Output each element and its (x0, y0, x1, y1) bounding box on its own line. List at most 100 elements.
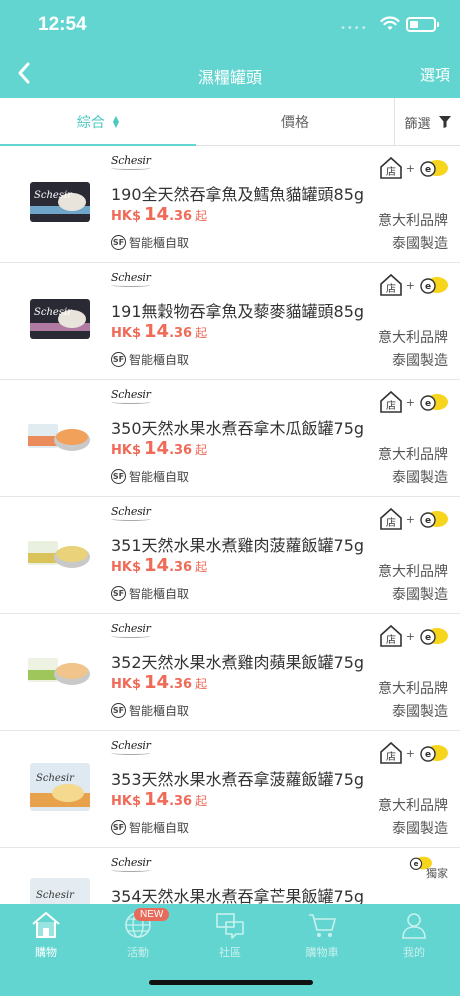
sort-arrows-icon: ▲ ▼ (112, 114, 120, 129)
chat-icon (216, 913, 244, 939)
brand-logo: Schesir (111, 739, 151, 755)
pickup-info: SF 智能櫃自取 (111, 468, 189, 485)
origin-country: 泰國製造 (392, 821, 448, 837)
wifi-icon (380, 16, 400, 30)
product-image: Schesir (30, 763, 90, 811)
svg-text:e: e (414, 859, 419, 868)
product-name: 190全天然吞拿魚及鱈魚貓罐頭85g (111, 185, 365, 204)
tab-cart[interactable]: 購物車 (276, 910, 368, 964)
price-main: 14 (144, 789, 170, 810)
sf-express-icon: SF (111, 469, 126, 484)
price-decimal: .36 (169, 209, 193, 224)
store-label: 店 (386, 399, 396, 412)
product-item[interactable]: Schesir Schesir 店 + e 353天然水果水煮吞拿菠蘿飯罐75g… (0, 731, 460, 848)
product-item[interactable]: Schesir Schesir 店 + e 191無穀物吞拿魚及藜麥貓罐頭85g… (0, 263, 460, 380)
price-currency: HK$ (111, 326, 141, 341)
sf-express-icon: SF (111, 820, 126, 835)
plus-icon: + (405, 395, 415, 409)
brand-logo: Schesir (111, 388, 151, 404)
origin-brand: 意大利品牌 (378, 330, 448, 346)
price: HK$ 14.36 起 (111, 789, 207, 810)
price-main: 14 (144, 204, 170, 225)
product-image: Schesir (30, 182, 90, 222)
price: HK$ 14.36 起 (111, 321, 207, 342)
origin-brand: 意大利品牌 (378, 564, 448, 580)
header: 12:54 •••• 濕糧罐頭 選項 (0, 0, 460, 98)
brand-logo: Schesir (111, 271, 151, 287)
pickup-label: 智能櫃自取 (129, 236, 190, 250)
price-currency: HK$ (111, 677, 141, 692)
signal-icon: •••• (340, 23, 368, 34)
store-label: 店 (386, 516, 396, 529)
product-item[interactable]: Schesir 店 + e 350天然水果水煮吞拿木瓜飯罐75g HK$ 14.3… (0, 380, 460, 497)
product-item[interactable]: Schesir 店 + e 352天然水果水煮雞肉蘋果飯罐75g HK$ 14.3… (0, 614, 460, 731)
product-item[interactable]: Schesir Schesir e 獨家 354天然水果水煮吞拿芒果飯罐75g (0, 848, 460, 904)
store-icon: 店 (379, 741, 402, 764)
price: HK$ 14.36 起 (111, 555, 207, 576)
price-decimal: .36 (169, 677, 193, 692)
svg-text:e: e (425, 399, 431, 409)
price-currency: HK$ (111, 794, 141, 809)
product-image (28, 541, 90, 568)
plus-icon: + (405, 512, 415, 526)
product-image: Schesir (30, 299, 90, 339)
product-list[interactable]: Schesir Schesir 店 + e 190全天然吞拿魚及鱈魚貓罐頭85g… (0, 146, 460, 904)
battery-icon (406, 17, 439, 32)
svg-text:e: e (425, 282, 431, 292)
sort-price-label: 價格 (281, 115, 309, 131)
tab-profile[interactable]: 我的 (368, 910, 460, 964)
pickup-label: 智能櫃自取 (129, 353, 190, 367)
product-name: 350天然水果水煮吞拿木瓜飯罐75g (111, 419, 365, 438)
product-name: 354天然水果水煮吞拿芒果飯罐75g (111, 887, 365, 904)
e-locker-icon: e (420, 511, 448, 528)
store-badges: 店 + e (379, 741, 448, 765)
tab-community-label: 社區 (219, 946, 241, 959)
price-currency: HK$ (111, 443, 141, 458)
sort-tab-general[interactable]: 綜合 ▲ ▼ (0, 98, 196, 147)
plus-icon: + (405, 278, 415, 292)
price-suffix: 起 (195, 209, 208, 223)
tab-community[interactable]: 社區 (184, 910, 276, 964)
sort-tab-price[interactable]: 價格 (196, 98, 394, 146)
store-icon: 店 (379, 273, 402, 296)
origin-country: 泰國製造 (392, 704, 448, 720)
origin-country: 泰國製造 (392, 587, 448, 603)
options-button[interactable]: 選項 (420, 64, 450, 85)
price-suffix: 起 (195, 326, 208, 340)
filter-button[interactable]: 篩選 (394, 98, 460, 146)
svg-text:Schesir: Schesir (36, 773, 75, 784)
e-locker-icon: e (420, 628, 448, 645)
product-image: Schesir (30, 878, 90, 904)
price-suffix: 起 (195, 794, 208, 808)
e-locker-icon: e (420, 160, 448, 177)
e-locker-icon: e (420, 745, 448, 762)
status-time: 12:54 (38, 14, 87, 35)
tab-shop-label: 購物 (35, 946, 57, 959)
price: HK$ 14.36 起 (111, 438, 207, 459)
svg-text:e: e (425, 633, 431, 643)
product-item[interactable]: Schesir 店 + e 351天然水果水煮雞肉菠蘿飯罐75g HK$ 14.3… (0, 497, 460, 614)
sf-express-icon: SF (111, 703, 126, 718)
store-label: 店 (386, 282, 396, 295)
store-icon: 店 (379, 390, 402, 413)
price-main: 14 (144, 438, 170, 459)
pickup-label: 智能櫃自取 (129, 821, 190, 835)
origin-brand: 意大利品牌 (378, 681, 448, 697)
price-decimal: .36 (169, 443, 193, 458)
store-icon: 店 (379, 624, 402, 647)
store-label: 店 (386, 750, 396, 763)
sf-express-icon: SF (111, 586, 126, 601)
brand-logo: Schesir (111, 622, 151, 638)
price-currency: HK$ (111, 209, 141, 224)
e-locker-icon: e (420, 394, 448, 411)
svg-text:Schesir: Schesir (36, 890, 75, 901)
svg-text:e: e (425, 516, 431, 526)
sf-express-icon: SF (111, 235, 126, 250)
tab-shop[interactable]: 購物 (0, 910, 92, 964)
sort-general-label: 綜合 (76, 115, 105, 131)
home-indicator (149, 980, 313, 985)
product-name: 352天然水果水煮雞肉蘋果飯罐75g (111, 653, 365, 672)
product-item[interactable]: Schesir Schesir 店 + e 190全天然吞拿魚及鱈魚貓罐頭85g… (0, 146, 460, 263)
tab-profile-label: 我的 (403, 946, 425, 959)
filter-label: 篩選 (404, 116, 431, 132)
